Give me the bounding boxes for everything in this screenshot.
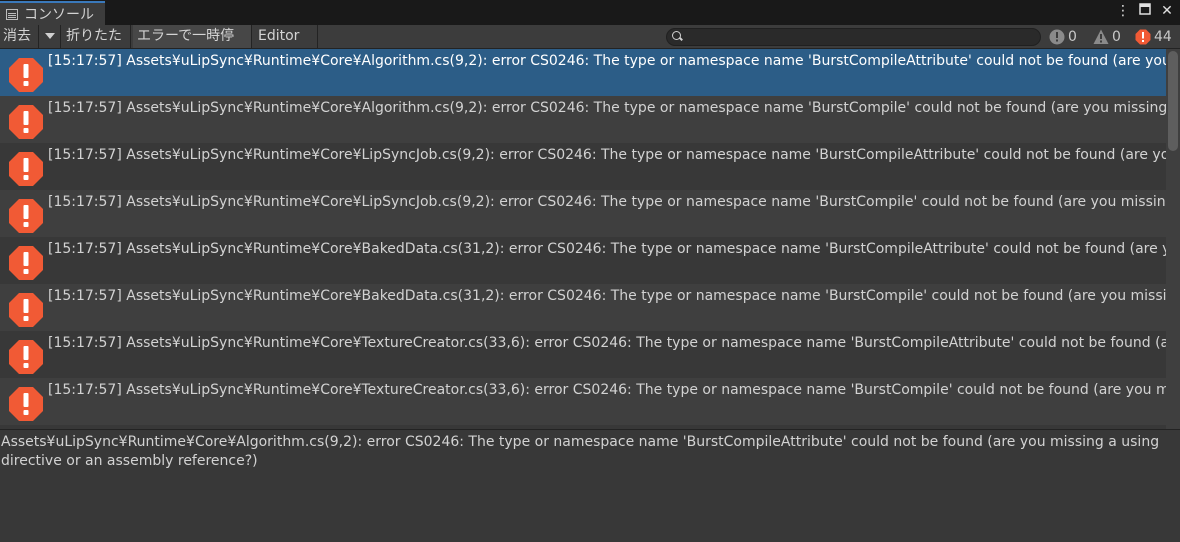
log-row[interactable]: [15:17:57] Assets¥uLipSync¥Runtime¥Core¥… — [0, 96, 1166, 143]
log-detail-text: Assets¥uLipSync¥Runtime¥Core¥Algorithm.c… — [1, 434, 1160, 469]
collapse-toggle[interactable]: 折りたたむ — [61, 25, 131, 67]
log-row[interactable]: [15:17:57] Assets¥uLipSync¥Runtime¥Core¥… — [0, 378, 1166, 425]
search-icon — [672, 31, 681, 40]
warning-counter-toggle[interactable]: 0 — [1093, 25, 1121, 48]
chevron-down-icon — [44, 33, 55, 39]
error-counter-toggle[interactable]: 44 — [1135, 25, 1172, 48]
clear-button[interactable]: 消去 — [0, 25, 39, 48]
info-icon — [1049, 29, 1065, 44]
clear-label: 消去 — [3, 28, 31, 44]
log-message: [15:17:57] Assets¥uLipSync¥Runtime¥Core¥… — [48, 335, 1166, 351]
error-icon — [9, 387, 43, 421]
log-row[interactable]: [15:17:57] Assets¥uLipSync¥Runtime¥Core¥… — [0, 190, 1166, 237]
kebab-menu-icon[interactable]: ⋮ — [1116, 3, 1130, 19]
warning-count: 0 — [1112, 28, 1121, 45]
search-input[interactable] — [666, 28, 1041, 46]
log-message: [15:17:57] Assets¥uLipSync¥Runtime¥Core¥… — [48, 147, 1166, 163]
log-list-scrollbar[interactable] — [1166, 49, 1180, 429]
tab-console-label: コンソール — [24, 7, 94, 23]
clear-options-dropdown[interactable] — [39, 25, 61, 48]
error-icon — [1135, 29, 1151, 44]
error-icon — [9, 152, 43, 186]
error-pause-toggle[interactable]: エラーで一時停止 — [133, 25, 252, 67]
log-row[interactable]: [15:17:57] Assets¥uLipSync¥Runtime¥Core¥… — [0, 237, 1166, 284]
log-message: [15:17:57] Assets¥uLipSync¥Runtime¥Core¥… — [48, 194, 1166, 210]
maximize-icon[interactable] — [1138, 3, 1152, 19]
editor-label: Editor — [258, 28, 300, 44]
window-titlebar: コンソール ⋮ ✕ — [0, 0, 1180, 25]
error-count: 44 — [1154, 28, 1172, 45]
error-icon — [9, 246, 43, 280]
log-message: [15:17:57] Assets¥uLipSync¥Runtime¥Core¥… — [48, 100, 1166, 116]
warning-icon — [1093, 29, 1109, 44]
scrollbar-thumb[interactable] — [1168, 51, 1178, 151]
console-icon — [6, 8, 18, 20]
error-icon — [9, 340, 43, 374]
log-message: [15:17:57] Assets¥uLipSync¥Runtime¥Core¥… — [48, 53, 1166, 69]
panel-splitter[interactable] — [0, 429, 1180, 430]
info-count: 0 — [1068, 28, 1077, 45]
console-toolbar: 消去 折りたたむ エラーで一時停止 Editor 0 0 44 — [0, 25, 1180, 67]
log-row[interactable]: [15:17:57] Assets¥uLipSync¥Runtime¥Core¥… — [0, 284, 1166, 331]
error-icon — [9, 199, 43, 233]
tab-console[interactable]: コンソール — [0, 1, 105, 25]
log-row[interactable]: [15:17:57] Assets¥uLipSync¥Runtime¥Core¥… — [0, 331, 1166, 378]
log-message: [15:17:57] Assets¥uLipSync¥Runtime¥Core¥… — [48, 241, 1166, 257]
error-icon — [9, 58, 43, 92]
close-icon[interactable]: ✕ — [1160, 3, 1174, 19]
info-counter-toggle[interactable]: 0 — [1049, 25, 1077, 48]
error-icon — [9, 105, 43, 139]
log-list: [15:17:57] Assets¥uLipSync¥Runtime¥Core¥… — [0, 49, 1166, 429]
window-controls: ⋮ ✕ — [1116, 3, 1174, 19]
editor-dropdown[interactable]: Editor — [253, 25, 318, 62]
error-icon — [9, 293, 43, 327]
log-row[interactable]: [15:17:57] Assets¥uLipSync¥Runtime¥Core¥… — [0, 49, 1166, 96]
log-row[interactable]: [15:17:57] Assets¥uLipSync¥Runtime¥Core¥… — [0, 143, 1166, 190]
log-message: [15:17:57] Assets¥uLipSync¥Runtime¥Core¥… — [48, 288, 1166, 304]
log-message: [15:17:57] Assets¥uLipSync¥Runtime¥Core¥… — [48, 382, 1166, 398]
